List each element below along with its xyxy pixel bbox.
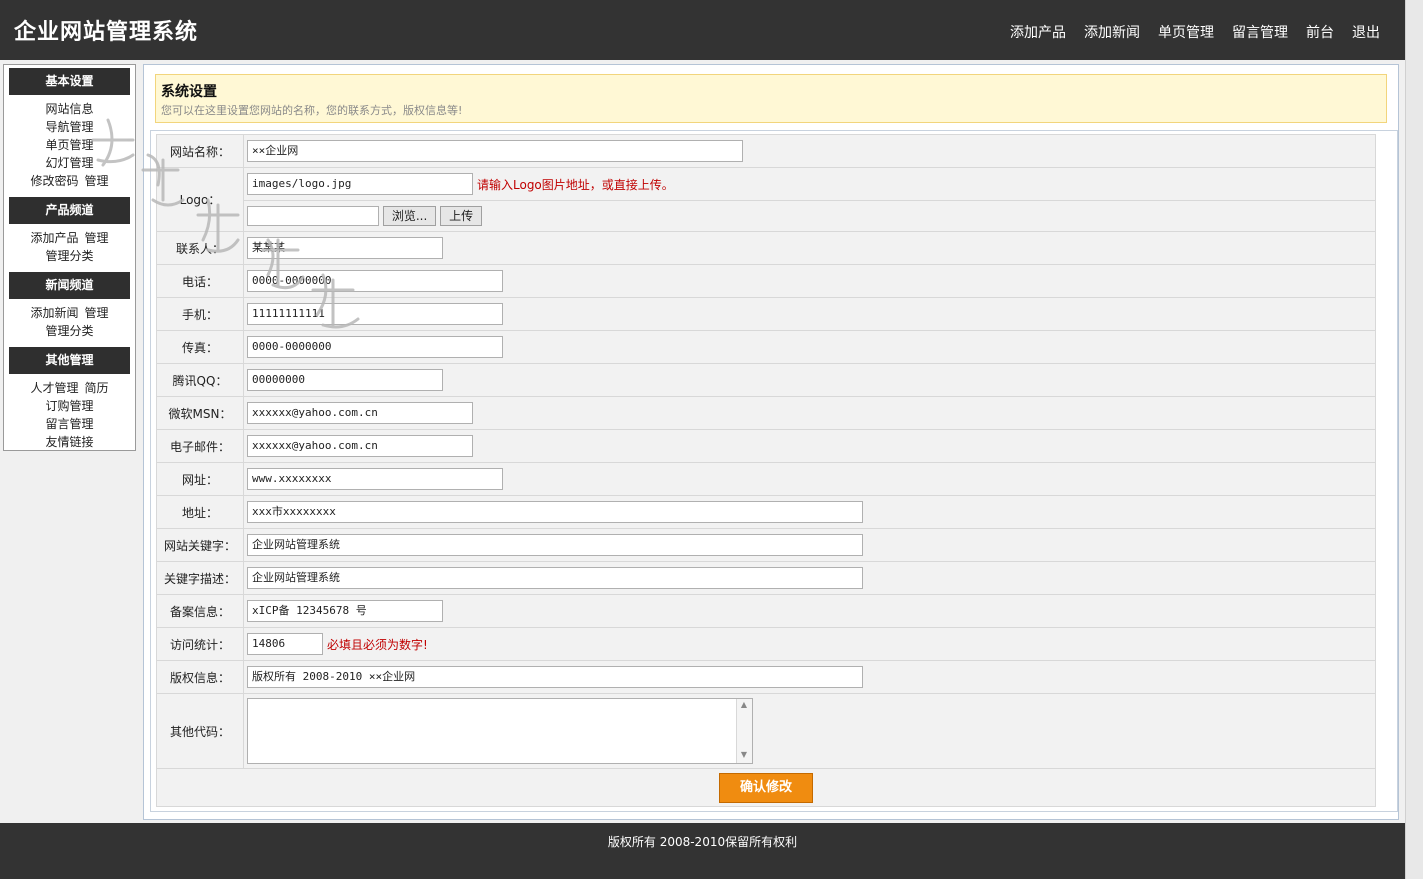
site-name-label: 网站名称： <box>156 134 244 168</box>
sidebar: 基本设置 网站信息 导航管理 单页管理 幻灯管理 修改密码 管理 产品频道 添加产… <box>3 64 136 451</box>
nav-logout[interactable]: 退出 <box>1352 22 1380 42</box>
msn-input[interactable]: xxxxxx@yahoo.com.cn <box>247 402 473 424</box>
sidebar-item-product-category[interactable]: 管理分类 <box>45 249 93 263</box>
other-code-textarea[interactable]: ▲ ▼ <box>247 698 753 764</box>
page-title: 系统设置 <box>161 84 217 100</box>
contact-label: 联系人： <box>156 231 244 265</box>
email-label: 电子邮件： <box>156 429 244 463</box>
sidebar-item-nav-manage[interactable]: 导航管理 <box>45 120 93 134</box>
confirm-button[interactable]: 确认修改 <box>719 772 813 803</box>
sidebar-heading-news: 新闻频道 <box>9 272 130 299</box>
url-label: 网址： <box>156 462 244 496</box>
mobile-input[interactable]: 11111111111 <box>247 303 503 325</box>
sidebar-item-message-manage[interactable]: 留言管理 <box>45 417 93 431</box>
footer: 版权所有 2008-2010保留所有权利 <box>0 823 1405 879</box>
logo-file-input[interactable] <box>247 206 379 226</box>
phone-label: 电话： <box>156 264 244 298</box>
visits-hint: 必填且必须为数字! <box>327 637 428 652</box>
sidebar-item-talent-manage[interactable]: 人才管理 <box>30 381 78 395</box>
visits-input[interactable]: 14806 <box>247 633 323 655</box>
address-label: 地址： <box>156 495 244 529</box>
site-name-input[interactable]: ××企业网 <box>247 140 743 162</box>
logo-hint: 请输入Logo图片地址，或直接上传。 <box>477 177 674 192</box>
nav-page-manage[interactable]: 单页管理 <box>1158 22 1214 42</box>
email-input[interactable]: xxxxxx@yahoo.com.cn <box>247 435 473 457</box>
sidebar-item-resume[interactable]: 简历 <box>85 381 109 395</box>
scroll-up-icon[interactable]: ▲ <box>739 700 749 712</box>
sidebar-item-password-manage[interactable]: 管理 <box>85 174 109 188</box>
description-input[interactable]: 企业网站管理系统 <box>247 567 863 589</box>
page-scrollbar[interactable] <box>1405 0 1423 879</box>
settings-form: 网站名称： ××企业网 Logo： images/logo.jpg 请输入Logo… <box>150 130 1398 812</box>
notice-box: 系统设置 您可以在这里设置您网站的名称，您的联系方式，版权信息等! <box>155 74 1387 123</box>
nav-add-product[interactable]: 添加产品 <box>1010 22 1066 42</box>
qq-label: 腾讯QQ： <box>156 363 244 397</box>
sidebar-item-news-category[interactable]: 管理分类 <box>45 324 93 338</box>
upload-button[interactable]: 上传 <box>440 206 483 226</box>
fax-label: 传真： <box>156 330 244 364</box>
visits-label: 访问统计： <box>156 627 244 661</box>
icp-input[interactable]: xICP备 12345678 号 <box>247 600 443 622</box>
sidebar-item-news-manage[interactable]: 管理 <box>85 306 109 320</box>
copyright-label: 版权信息： <box>156 660 244 694</box>
logo-path-input[interactable]: images/logo.jpg <box>247 173 473 195</box>
phone-input[interactable]: 0000-0000000 <box>247 270 503 292</box>
description-label: 关键字描述： <box>156 561 244 595</box>
sidebar-heading-other: 其他管理 <box>9 347 130 374</box>
logo-label: Logo： <box>156 167 244 232</box>
address-input[interactable]: xxx市xxxxxxxx <box>247 501 863 523</box>
sidebar-item-change-password[interactable]: 修改密码 <box>30 174 78 188</box>
fax-input[interactable]: 0000-0000000 <box>247 336 503 358</box>
nav-add-news[interactable]: 添加新闻 <box>1084 22 1140 42</box>
browse-button[interactable]: 浏览... <box>382 206 437 226</box>
icp-label: 备案信息： <box>156 594 244 628</box>
sidebar-heading-basic: 基本设置 <box>9 68 130 95</box>
main-panel: 系统设置 您可以在这里设置您网站的名称，您的联系方式，版权信息等! 网站名称： … <box>143 64 1399 820</box>
qq-input[interactable]: 00000000 <box>247 369 443 391</box>
nav-front[interactable]: 前台 <box>1306 22 1334 42</box>
contact-input[interactable]: 某某某 <box>247 237 443 259</box>
sidebar-item-site-info[interactable]: 网站信息 <box>45 102 93 116</box>
other-code-label: 其他代码： <box>156 693 244 769</box>
mobile-label: 手机： <box>156 297 244 331</box>
textarea-scrollbar[interactable]: ▲ ▼ <box>736 699 752 763</box>
sidebar-item-friend-links[interactable]: 友情链接 <box>45 435 93 449</box>
nav-message-manage[interactable]: 留言管理 <box>1232 22 1288 42</box>
sidebar-item-product-manage[interactable]: 管理 <box>85 231 109 245</box>
app-title: 企业网站管理系统 <box>14 19 199 45</box>
sidebar-item-page-manage[interactable]: 单页管理 <box>45 138 93 152</box>
footer-copyright: 版权所有 2008-2010保留所有权利 <box>607 835 798 849</box>
sidebar-item-slide-manage[interactable]: 幻灯管理 <box>45 156 93 170</box>
top-nav: 添加产品 添加新闻 单页管理 留言管理 前台 退出 <box>1010 22 1380 42</box>
sidebar-item-add-news[interactable]: 添加新闻 <box>30 306 78 320</box>
sidebar-item-add-product[interactable]: 添加产品 <box>30 231 78 245</box>
sidebar-heading-product: 产品频道 <box>9 197 130 224</box>
scroll-down-icon[interactable]: ▼ <box>739 750 749 762</box>
sidebar-item-order-manage[interactable]: 订购管理 <box>45 399 93 413</box>
keywords-input[interactable]: 企业网站管理系统 <box>247 534 863 556</box>
copyright-input[interactable]: 版权所有 2008-2010 ××企业网 <box>247 666 863 688</box>
header-bar: 企业网站管理系统 添加产品 添加新闻 单页管理 留言管理 前台 退出 <box>0 0 1405 60</box>
keywords-label: 网站关键字： <box>156 528 244 562</box>
page-description: 您可以在这里设置您网站的名称，您的联系方式，版权信息等! <box>161 104 463 117</box>
msn-label: 微软MSN： <box>156 396 244 430</box>
url-input[interactable]: www.xxxxxxxx <box>247 468 503 490</box>
